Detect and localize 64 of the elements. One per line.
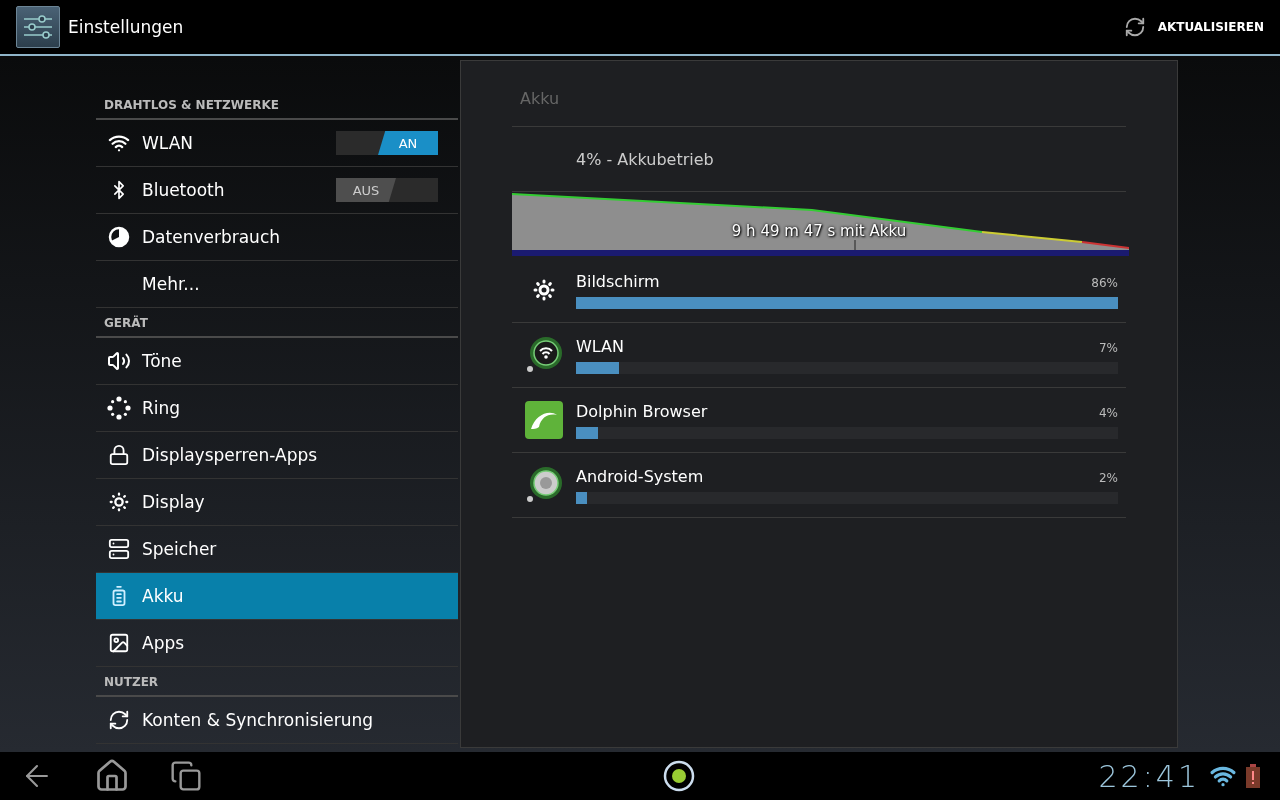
settings-item[interactable]: Konten & Synchronisierung	[96, 697, 458, 744]
toggle-switch[interactable]: AUS	[336, 178, 438, 202]
lock-icon	[108, 444, 130, 466]
battery-status: 4% - Akkubetrieb	[512, 127, 1126, 192]
item-label: Ring	[142, 398, 182, 418]
usage-row[interactable]: WLAN 7%	[512, 323, 1126, 388]
screen-title: Einstellungen	[68, 17, 185, 37]
usage-name: Bildschirm	[576, 271, 660, 291]
item-label: Speicher	[142, 539, 218, 559]
section-header: GERÄT	[96, 308, 458, 338]
item-label: Apps	[142, 633, 186, 653]
settings-app-icon[interactable]	[16, 6, 60, 48]
item-label: Display	[142, 492, 206, 512]
wifi-app-icon	[524, 335, 564, 375]
settings-item[interactable]: Bluetooth AUS	[96, 167, 458, 214]
panel-title: Akku	[512, 61, 1126, 127]
item-label: Displaysperren-Apps	[142, 445, 319, 465]
usage-name: Android-System	[576, 466, 704, 486]
battery-low-icon	[1246, 764, 1260, 788]
settings-item[interactable]: Akku	[96, 573, 458, 620]
settings-item[interactable]: Apps	[96, 620, 458, 667]
settings-item[interactable]: Ring	[96, 385, 458, 432]
dotted-ring-icon	[107, 396, 131, 420]
section-header: DRAHTLOS & NETZWERKE	[96, 90, 458, 120]
system-app-icon	[524, 465, 564, 505]
usage-name: Dolphin Browser	[576, 401, 708, 421]
clock[interactable]: 22:41	[1098, 758, 1200, 794]
brightness-icon	[108, 491, 130, 513]
usage-percent: 4%	[1098, 405, 1118, 420]
pie-icon	[108, 226, 130, 248]
item-label: Mehr...	[142, 274, 201, 294]
usage-percent: 2%	[1098, 470, 1118, 485]
usage-row[interactable]: Bildschirm 86%	[512, 258, 1126, 323]
settings-item[interactable]: Mehr...	[96, 261, 458, 308]
settings-item[interactable]: Datenverbrauch	[96, 214, 458, 261]
settings-item[interactable]: Display	[96, 479, 458, 526]
settings-item[interactable]: Displaysperren-Apps	[96, 432, 458, 479]
wifi-icon	[108, 132, 130, 154]
settings-item[interactable]: Töne	[96, 338, 458, 385]
graph-label: 9 h 49 m 47 s mit Akku	[730, 222, 908, 240]
item-label: Akku	[142, 586, 185, 606]
refresh-button[interactable]: AKTUALISIEREN	[1115, 16, 1272, 38]
settings-item[interactable]: WLAN AN	[96, 120, 458, 167]
usage-row[interactable]: Android-System 2%	[512, 453, 1126, 518]
usage-percent: 86%	[1091, 275, 1118, 290]
item-label: Bluetooth	[142, 180, 226, 200]
item-label: Töne	[142, 351, 183, 371]
storage-icon	[108, 538, 130, 560]
usage-name: WLAN	[576, 336, 624, 356]
item-label: WLAN	[142, 133, 195, 153]
toggle-switch[interactable]: AN	[336, 131, 438, 155]
home-button[interactable]	[94, 758, 130, 794]
image-icon	[108, 632, 130, 654]
brightness-icon	[532, 278, 556, 302]
usage-row[interactable]: Dolphin Browser 4%	[512, 388, 1126, 453]
ring-indicator-icon[interactable]	[663, 760, 696, 792]
section-header: NUTZER	[96, 667, 458, 697]
refresh-icon	[1123, 16, 1146, 38]
item-label: Konten & Synchronisierung	[142, 710, 375, 730]
usage-percent: 7%	[1098, 340, 1118, 355]
item-label: Datenverbrauch	[142, 227, 281, 247]
sync-icon	[108, 709, 130, 731]
recent-apps-button[interactable]	[170, 760, 202, 792]
speaker-icon	[107, 349, 131, 373]
